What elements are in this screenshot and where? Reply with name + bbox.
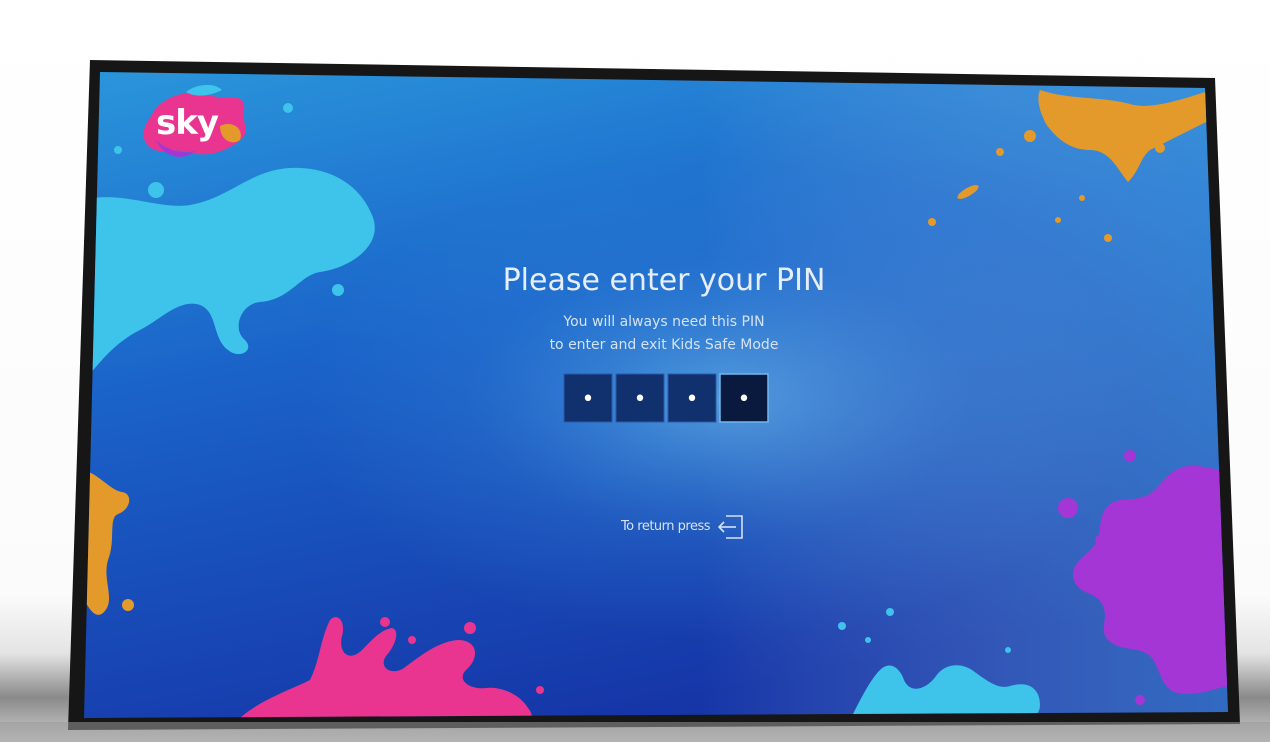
pin-title: Please enter your PIN: [503, 263, 826, 298]
pin-digit-2[interactable]: •: [615, 373, 665, 423]
tv-scene: sky Please enter your PIN You will alway…: [0, 60, 1270, 742]
pin-digit-1[interactable]: •: [563, 373, 613, 423]
sky-logo-text: sky: [156, 103, 219, 143]
pin-digit-3[interactable]: •: [667, 373, 717, 423]
return-hint: To return press: [620, 519, 711, 534]
pin-digit-4-mask: •: [738, 387, 751, 412]
pin-subtitle-line1: You will always need this PIN: [562, 314, 764, 330]
pin-digit-2-mask: •: [634, 387, 647, 412]
pin-digit-4[interactable]: •: [719, 373, 769, 423]
pin-digit-1-mask: •: [582, 387, 595, 412]
pin-digit-3-mask: •: [686, 387, 699, 412]
pin-subtitle-line2: to enter and exit Kids Safe Mode: [550, 337, 779, 353]
floor-shadow: [0, 722, 1270, 742]
